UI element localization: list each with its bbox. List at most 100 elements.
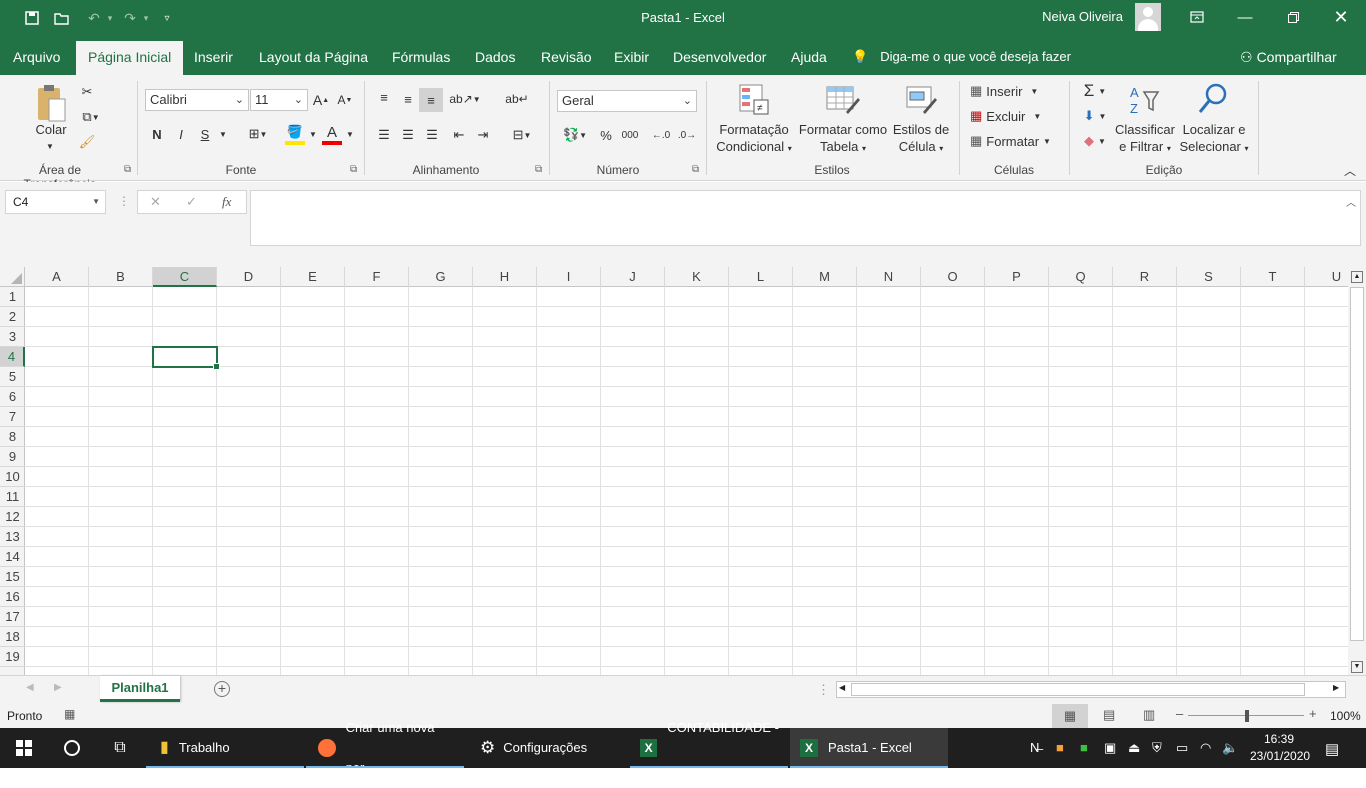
close-icon[interactable]: ✕ <box>1318 0 1364 34</box>
column-header-h[interactable]: H <box>473 267 537 287</box>
row-header-1[interactable]: 1 <box>0 287 25 307</box>
formula-input[interactable] <box>250 190 1361 246</box>
tab-formulas[interactable]: Fórmulas <box>380 41 462 75</box>
align-top-icon[interactable]: ≡ <box>374 87 394 107</box>
fill-color-dropdown-icon[interactable]: ▼ <box>307 125 319 143</box>
avatar[interactable] <box>1135 3 1161 31</box>
add-sheet-icon[interactable]: + <box>214 681 230 697</box>
name-box-dropdown-icon[interactable]: ▼ <box>92 191 100 213</box>
format-painter-icon[interactable]: 🖌 <box>78 133 96 151</box>
app-tray-icon[interactable]: ■ <box>1056 740 1064 755</box>
column-header-i[interactable]: I <box>537 267 601 287</box>
scroll-up-icon[interactable]: ▲ <box>1351 271 1363 283</box>
next-sheet-icon[interactable]: ▶ <box>54 682 62 693</box>
align-center-icon[interactable]: ☰ <box>398 125 418 145</box>
font-launcher-icon[interactable]: ⧉ <box>350 164 357 175</box>
cut-icon[interactable]: ✂ <box>78 83 96 101</box>
customize-quick-access-icon[interactable]: ▿ <box>157 8 177 28</box>
row-header-7[interactable]: 7 <box>0 407 25 427</box>
task-view-icon[interactable]: ⧉ <box>96 728 144 768</box>
tab-pagina-inicial[interactable]: Página Inicial <box>76 41 184 75</box>
zoom-out-icon[interactable]: – <box>1176 706 1183 721</box>
paste-label[interactable]: Colar <box>30 121 72 138</box>
tell-me-search[interactable]: 💡 Diga-me o que você deseja fazer <box>852 41 1071 75</box>
row-header-16[interactable]: 16 <box>0 587 25 607</box>
thousands-separator-button[interactable]: 000 <box>619 125 641 145</box>
column-header-r[interactable]: R <box>1113 267 1177 287</box>
accounting-format-icon[interactable]: 💱 ▼ <box>558 125 592 145</box>
row-header-6[interactable]: 6 <box>0 387 25 407</box>
cell-styles-label-2[interactable]: Célula ▾ <box>890 138 952 157</box>
scroll-right-icon[interactable]: ▶ <box>1333 683 1339 692</box>
column-header-t[interactable]: T <box>1241 267 1305 287</box>
tab-revisao[interactable]: Revisão <box>529 41 604 75</box>
orientation-icon[interactable]: ab↗ ▼ <box>449 89 480 109</box>
paste-icon[interactable] <box>33 81 69 125</box>
format-as-table-label-1[interactable]: Formatar como <box>796 121 890 138</box>
row-header-19[interactable]: 19 <box>0 647 25 667</box>
row-header-13[interactable]: 13 <box>0 527 25 547</box>
merge-center-icon[interactable]: ⊟ ▼ <box>505 125 539 145</box>
restore-icon[interactable] <box>1270 0 1316 34</box>
row-header-4[interactable]: 4 <box>0 347 25 367</box>
sort-filter-icon[interactable]: AZ <box>1124 83 1162 117</box>
row-header-17[interactable]: 17 <box>0 607 25 627</box>
tab-desenvolvedor[interactable]: Desenvolvedor <box>661 41 778 75</box>
vertical-scrollbar[interactable]: ▲ ▼ <box>1348 267 1366 675</box>
prev-sheet-icon[interactable]: ◀ <box>26 682 34 693</box>
zoom-level[interactable]: 100% <box>1330 709 1361 723</box>
redo-dropdown-icon[interactable]: ▾ <box>136 8 156 28</box>
column-header-e[interactable]: E <box>281 267 345 287</box>
align-right-icon[interactable]: ☰ <box>422 125 442 145</box>
sheet-tab-planilha1[interactable]: Planilha1 <box>100 676 180 702</box>
column-header-s[interactable]: S <box>1177 267 1241 287</box>
save-icon[interactable] <box>22 8 42 28</box>
format-as-table-icon[interactable] <box>825 83 861 117</box>
sort-filter-label-1[interactable]: Classificar <box>1112 121 1178 138</box>
column-header-j[interactable]: J <box>601 267 665 287</box>
clear-icon[interactable]: ◆ ▼ <box>1078 131 1112 151</box>
taskbar-item-configuracoes[interactable]: ⚙ Configurações <box>468 728 626 768</box>
column-header-o[interactable]: O <box>921 267 985 287</box>
number-format-select[interactable]: Geral ⌄ <box>557 90 697 112</box>
wrap-text-icon[interactable]: ab↵ <box>505 89 528 109</box>
taskbar-item-trabalho[interactable]: ▮ Trabalho <box>146 728 304 768</box>
notifications-icon[interactable]: ▤ <box>1325 740 1339 758</box>
hscroll-thumb[interactable] <box>851 683 1305 696</box>
tab-inserir[interactable]: Inserir <box>182 41 245 75</box>
italic-button[interactable]: I <box>172 125 190 143</box>
insert-cells-button[interactable]: ▦ Inserir ▼ <box>970 82 1050 100</box>
tab-exibir[interactable]: Exibir <box>602 41 661 75</box>
underline-dropdown-icon[interactable]: ▼ <box>216 125 230 143</box>
column-header-m[interactable]: M <box>793 267 857 287</box>
select-all-button[interactable] <box>0 267 25 287</box>
align-left-icon[interactable]: ☰ <box>374 125 394 145</box>
name-box[interactable]: C4 ▼ <box>5 190 106 214</box>
font-size-select[interactable]: 11 ⌄ <box>250 89 308 111</box>
column-header-b[interactable]: B <box>89 267 153 287</box>
zoom-in-icon[interactable]: + <box>1309 706 1317 721</box>
scroll-thumb[interactable] <box>1350 287 1364 641</box>
cancel-icon[interactable]: ✕ <box>150 194 161 210</box>
formula-bar-grip-icon[interactable]: ⋮ <box>118 194 130 208</box>
column-header-u[interactable]: U <box>1305 267 1348 287</box>
taskbar-item-firefox[interactable]: Criar uma nova per... <box>306 720 464 775</box>
battery-icon[interactable]: ▭ <box>1176 740 1188 756</box>
fill-icon[interactable]: ⬇ ▼ <box>1078 106 1112 126</box>
font-color-dropdown-icon[interactable]: ▼ <box>344 125 356 143</box>
row-header-18[interactable]: 18 <box>0 627 25 647</box>
paste-dropdown-icon[interactable]: ▼ <box>44 138 56 155</box>
cell-styles-icon[interactable] <box>904 83 938 117</box>
find-select-icon[interactable] <box>1196 81 1230 117</box>
evernote-icon[interactable]: ■ <box>1080 740 1088 755</box>
search-button[interactable] <box>48 728 96 768</box>
row-header-14[interactable]: 14 <box>0 547 25 567</box>
decrease-font-icon[interactable]: A ▼ <box>336 91 354 109</box>
row-header-10[interactable]: 10 <box>0 467 25 487</box>
autosum-icon[interactable]: Σ ▼ <box>1078 81 1112 101</box>
security-shield-icon[interactable]: ⛨ <box>1152 740 1162 756</box>
conditional-formatting-label-1[interactable]: Formatação <box>712 121 796 138</box>
normal-view-icon[interactable]: ▦ <box>1052 704 1088 728</box>
insert-function-button[interactable]: fx <box>222 194 231 210</box>
increase-indent-icon[interactable]: ⇥ <box>473 125 493 145</box>
